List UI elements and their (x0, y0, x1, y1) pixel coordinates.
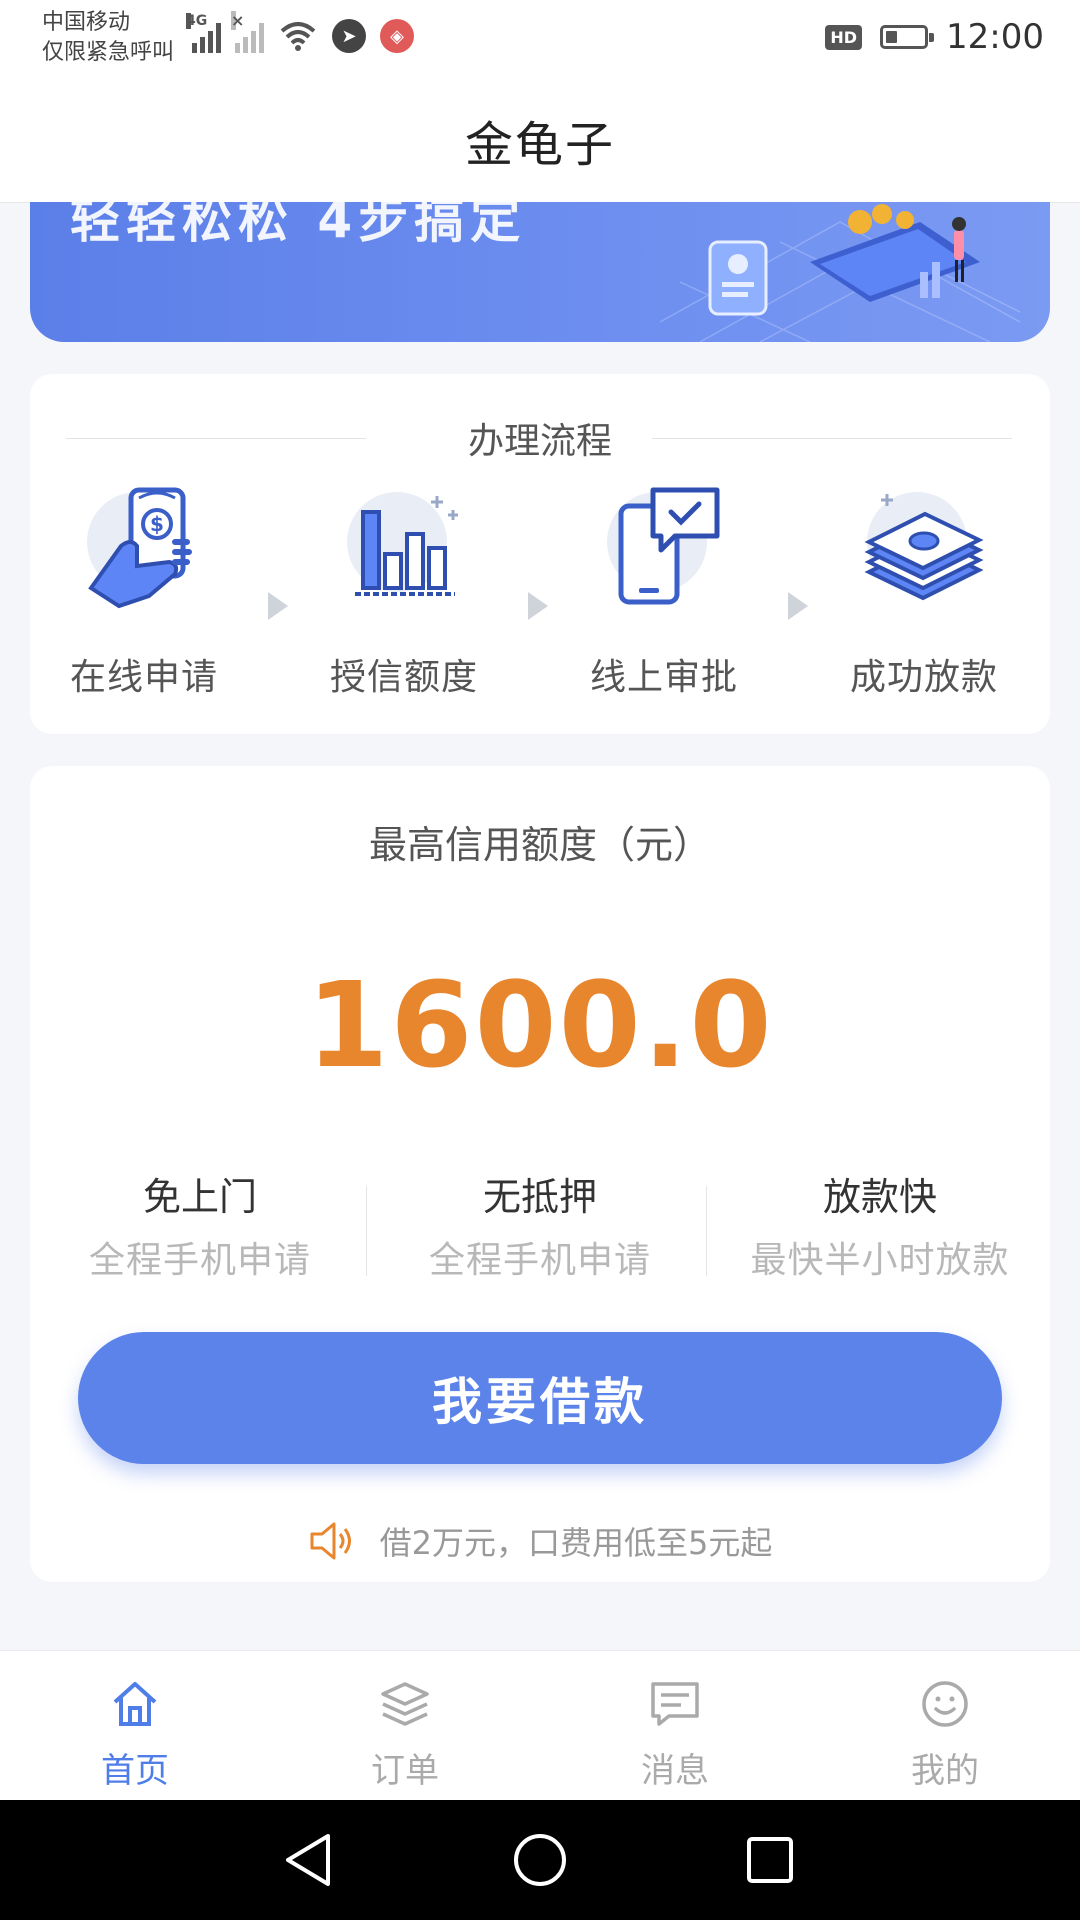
credit-limit-card: 最高信用额度（元） 1600.0 免上门 全程手机申请 无抵押 全程手机申请 放… (30, 766, 1050, 1582)
banner-slogan: 轻轻松松 4步搞定 (70, 202, 527, 249)
hd-badge: HD (825, 24, 863, 50)
phone-check-message-icon (599, 484, 729, 614)
finance-illustration-icon (660, 204, 1020, 342)
tab-label: 消息 (641, 1751, 709, 1791)
bottom-tab-bar: 首页 订单 消息 我的 (0, 1650, 1080, 1801)
battery-icon (880, 25, 935, 49)
tab-label: 订单 (371, 1751, 439, 1791)
cash-stack-icon (859, 484, 989, 614)
fee-notice-text: 借2万元，口费用低至5元起 (379, 1524, 773, 1562)
process-step-disbursed: 成功放款 (824, 484, 1024, 700)
process-step-label: 成功放款 (849, 657, 998, 698)
feature-title: 免上门 (142, 1175, 257, 1219)
tab-label: 我的 (911, 1751, 979, 1791)
system-navigation-bar (0, 1800, 1080, 1920)
feature-item: 放款快 最快半小时放款 (710, 1166, 1050, 1283)
signal-icons: 4G × ➤ ◈ (186, 11, 414, 58)
signal-strength-sim2-icon: × (231, 11, 264, 53)
status-bar: 中国移动 仅限紧急呼叫 4G × ➤ ◈ HD 12:00 (0, 0, 1080, 78)
carrier-name: 中国移动 (42, 10, 131, 35)
feature-item: 无抵押 全程手机申请 (370, 1166, 710, 1283)
hand-phone-dollar-icon: $ (79, 484, 209, 614)
tab-orders[interactable]: 订单 (270, 1651, 540, 1801)
borrow-button[interactable]: 我要借款 (78, 1332, 1002, 1464)
home-circle-icon[interactable] (510, 1830, 570, 1890)
svg-text:$: $ (150, 512, 164, 536)
process-step-apply: $ 在线申请 (44, 484, 244, 700)
title-divider-right (652, 438, 1012, 439)
emergency-only-text: 仅限紧急呼叫 (42, 40, 175, 65)
feature-subtitle: 全程手机申请 (88, 1240, 311, 1281)
back-icon[interactable] (278, 1830, 338, 1890)
clock: 12:00 (946, 17, 1044, 57)
layers-icon (270, 1673, 540, 1735)
process-step-online-approval: 线上审批 (564, 484, 764, 700)
feature-divider (366, 1186, 367, 1276)
process-step-label: 授信额度 (329, 657, 478, 698)
step-arrow-icon (268, 592, 288, 620)
feature-title: 无抵押 (482, 1175, 597, 1219)
feature-subtitle: 全程手机申请 (428, 1240, 651, 1281)
feature-subtitle: 最快半小时放款 (750, 1240, 1010, 1281)
credit-limit-title: 最高信用额度（元） (368, 823, 711, 867)
feature-title: 放款快 (822, 1175, 937, 1219)
process-step-label: 在线申请 (69, 657, 218, 698)
bank-notification-icon: ◈ (380, 19, 414, 53)
feature-list: 免上门 全程手机申请 无抵押 全程手机申请 放款快 最快半小时放款 (30, 1166, 1050, 1281)
feature-item: 免上门 全程手机申请 (30, 1166, 370, 1283)
network-type-label: 4G (186, 13, 208, 29)
feature-divider (706, 1186, 707, 1276)
tab-home[interactable]: 首页 (0, 1651, 270, 1801)
app-notification-icon: ➤ (332, 19, 366, 53)
process-step-label: 线上审批 (589, 657, 738, 698)
step-arrow-icon (528, 592, 548, 620)
process-step-credit-limit: 授信额度 (304, 484, 504, 700)
status-right: HD 12:00 (825, 14, 1044, 60)
bar-chart-icon (339, 484, 469, 614)
app-header: 金龟子 (0, 78, 1080, 203)
signal-strength-icon: 4G (186, 13, 221, 53)
home-icon (0, 1673, 270, 1735)
tab-messages[interactable]: 消息 (540, 1651, 810, 1801)
promo-banner[interactable]: 轻轻松松 4步搞定 (30, 202, 1050, 342)
recents-icon[interactable] (740, 1830, 800, 1890)
tab-profile[interactable]: 我的 (810, 1651, 1080, 1801)
tab-label: 首页 (101, 1751, 169, 1791)
speaker-icon (310, 1522, 351, 1560)
credit-limit-amount: 1600.0 (306, 956, 774, 1094)
message-icon (540, 1673, 810, 1735)
smile-icon (810, 1673, 1080, 1735)
fee-notice[interactable]: 借2万元，口费用低至5元起 (30, 1518, 1050, 1564)
wifi-icon (280, 22, 316, 51)
page-title: 金龟子 (464, 117, 615, 173)
process-card: 办理流程 $ 在线申请 授信额度 线上审批 成功放款 (30, 374, 1050, 734)
carrier-info: 中国移动 仅限紧急呼叫 (42, 8, 174, 68)
step-arrow-icon (788, 592, 808, 620)
